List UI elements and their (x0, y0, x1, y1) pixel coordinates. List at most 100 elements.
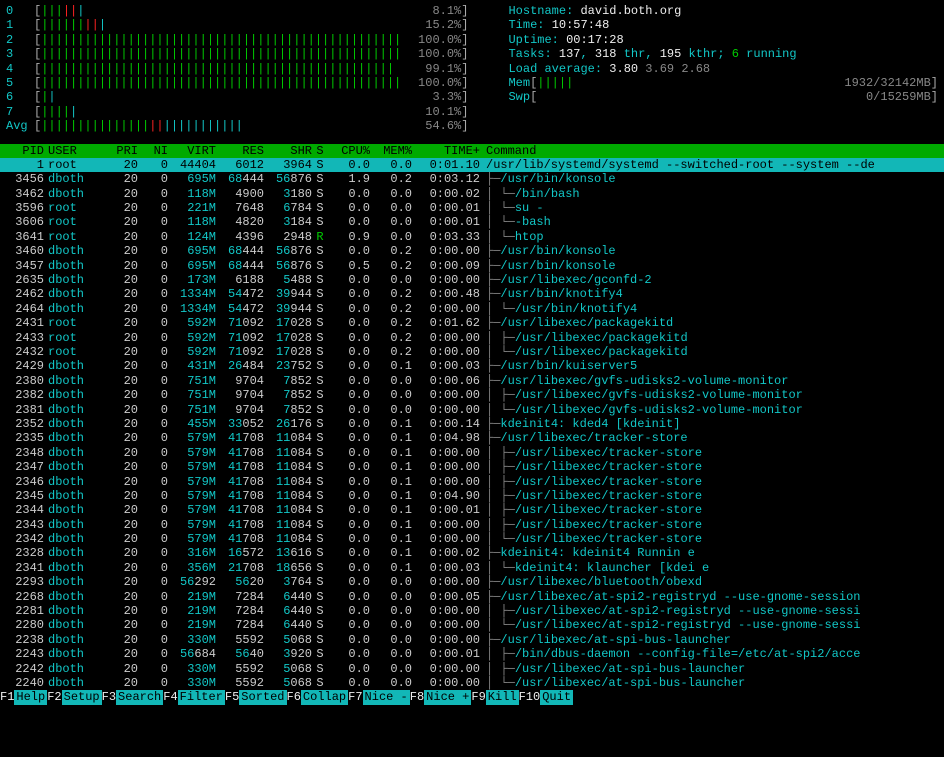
fn-label-F4[interactable]: Filter (178, 690, 225, 704)
cpu-meter-3: 3[||||||||||||||||||||||||||||||||||||||… (6, 47, 468, 61)
process-command: │ ├─ /usr/libexec/at-spi2-registryd --us… (480, 604, 942, 618)
process-row[interactable]: 2293dboth2005629256203764S0.00.00:00.00├… (0, 575, 944, 589)
process-command: │ └─ su - (480, 201, 942, 215)
process-row[interactable]: 2352dboth200455M3305226176S0.00.10:00.14… (0, 417, 944, 431)
fn-key-F2[interactable]: F2 (47, 690, 61, 704)
process-row[interactable]: 2380dboth200751M97047852S0.00.00:00.06├─… (0, 374, 944, 388)
fn-key-F3[interactable]: F3 (102, 690, 116, 704)
process-row[interactable]: 3641root200124M43962948R0.90.00:03.33│ └… (0, 230, 944, 244)
fn-label-F5[interactable]: Sorted (239, 690, 286, 704)
col-ni[interactable]: NI (138, 144, 168, 158)
process-command: │ ├─ /usr/libexec/tracker-store (480, 503, 942, 517)
process-row[interactable]: 3462dboth200118M49003180S0.00.00:00.02│ … (0, 187, 944, 201)
process-row[interactable]: 2281dboth200219M72846440S0.00.00:00.00│ … (0, 604, 944, 618)
process-row[interactable]: 2433root200592M7109217028S0.00.20:00.00│… (0, 331, 944, 345)
process-row[interactable]: 2268dboth200219M72846440S0.00.00:00.05├─… (0, 590, 944, 604)
cpu-meter-7: 7[|||||10.1%] (6, 105, 468, 119)
fn-key-F7[interactable]: F7 (348, 690, 362, 704)
fn-label-F6[interactable]: Collap (301, 690, 348, 704)
fn-label-F2[interactable]: Setup (62, 690, 102, 704)
process-row[interactable]: 2343dboth200579M4170811084S0.00.10:00.00… (0, 518, 944, 532)
process-row[interactable]: 3456dboth200695M6844456876S1.90.20:03.12… (0, 172, 944, 186)
fn-key-F8[interactable]: F8 (410, 690, 424, 704)
fn-key-F4[interactable]: F4 (163, 690, 177, 704)
cpu-meter-0: 0[||||||8.1%] (6, 4, 468, 18)
process-row[interactable]: 2432root200592M7109217028S0.00.20:00.00│… (0, 345, 944, 359)
fn-label-F7[interactable]: Nice - (363, 690, 410, 704)
process-row[interactable]: 2342dboth200579M4170811084S0.00.10:00.00… (0, 532, 944, 546)
fn-key-F10[interactable]: F10 (519, 690, 541, 704)
process-row[interactable]: 2347dboth200579M4170811084S0.00.10:00.00… (0, 460, 944, 474)
col-cpu[interactable]: CPU% (328, 144, 370, 158)
process-row[interactable]: 2635dboth200173M61885488S0.00.00:00.00├─… (0, 273, 944, 287)
process-list[interactable]: 1root2004440460123964S0.00.00:01.10/usr/… (0, 158, 944, 690)
cpu-pct: 100.0% (401, 33, 461, 47)
col-cmd[interactable]: Command (480, 144, 942, 158)
cpu-bar: ||||||||||||||||||||||||||||||||||||||||… (41, 62, 401, 76)
process-command: ├─ /usr/libexec/gconfd-2 (480, 273, 942, 287)
cpu-bar: || (41, 90, 401, 104)
process-row[interactable]: 2348dboth200579M4170811084S0.00.10:00.00… (0, 446, 944, 460)
fn-label-F10[interactable]: Quit (540, 690, 573, 704)
fn-key-F5[interactable]: F5 (225, 690, 239, 704)
process-row[interactable]: 2345dboth200579M4170811084S0.00.10:04.90… (0, 489, 944, 503)
col-s[interactable]: S (312, 144, 328, 158)
process-row[interactable]: 2242dboth200330M55925068S0.00.00:00.00│ … (0, 662, 944, 676)
fn-key-F1[interactable]: F1 (0, 690, 14, 704)
uptime-value: 00:17:28 (566, 33, 624, 47)
col-time[interactable]: TIME+ (412, 144, 480, 158)
cpu-pct: 100.0% (401, 47, 461, 61)
process-command: │ └─ /bin/bash (480, 187, 942, 201)
col-user[interactable]: USER (44, 144, 94, 158)
process-row[interactable]: 2238dboth200330M55925068S0.00.00:00.00├─… (0, 633, 944, 647)
process-row[interactable]: 3596root200221M76486784S0.00.00:00.01│ └… (0, 201, 944, 215)
process-command: │ └─ /usr/libexec/at-spi2-registryd --us… (480, 618, 942, 632)
process-row[interactable]: 2431root200592M7109217028S0.00.20:01.62├… (0, 316, 944, 330)
cpu-meter-2: 2[||||||||||||||||||||||||||||||||||||||… (6, 33, 468, 47)
process-row[interactable]: 2464dboth2001334M5447239944S0.00.20:00.0… (0, 302, 944, 316)
process-row[interactable]: 1root2004440460123964S0.00.00:01.10/usr/… (0, 158, 944, 172)
fn-label-F8[interactable]: Nice + (424, 690, 471, 704)
process-row[interactable]: 2280dboth200219M72846440S0.00.00:00.00│ … (0, 618, 944, 632)
cpu-pct: 54.6% (401, 119, 461, 133)
col-shr[interactable]: SHR (264, 144, 312, 158)
process-row[interactable]: 2335dboth200579M4170811084S0.00.10:04.98… (0, 431, 944, 445)
process-row[interactable]: 3606root200118M48203184S0.00.00:00.01│ └… (0, 215, 944, 229)
fn-label-F1[interactable]: Help (14, 690, 47, 704)
process-row[interactable]: 2240dboth200330M55925068S0.00.00:00.00│ … (0, 676, 944, 690)
process-command: │ └─ /usr/libexec/at-spi-bus-launcher (480, 676, 942, 690)
process-row[interactable]: 3460dboth200695M6844456876S0.00.20:00.00… (0, 244, 944, 258)
col-virt[interactable]: VIRT (168, 144, 216, 158)
fn-key-F9[interactable]: F9 (471, 690, 485, 704)
process-command: ├─ /usr/libexec/at-spi2-registryd --use-… (480, 590, 942, 604)
process-command: ├─ kdeinit4: kdeinit4 Runnin e (480, 546, 942, 560)
cpu-bar: ||||||||||||||||||||||||||||||||||||||||… (41, 47, 401, 61)
process-command: │ └─ /usr/libexec/packagekitd (480, 345, 942, 359)
process-command: ├─ kdeinit4: kded4 [kdeinit] (480, 417, 942, 431)
col-res[interactable]: RES (216, 144, 264, 158)
process-row[interactable]: 2328dboth200316M1657213616S0.00.10:00.02… (0, 546, 944, 560)
process-row[interactable]: 2344dboth200579M4170811084S0.00.10:00.01… (0, 503, 944, 517)
process-command: │ └─ /usr/libexec/tracker-store (480, 532, 942, 546)
process-row[interactable]: 2382dboth200751M97047852S0.00.00:00.00│ … (0, 388, 944, 402)
fn-label-F3[interactable]: Search (116, 690, 163, 704)
fn-key-F6[interactable]: F6 (287, 690, 301, 704)
process-row[interactable]: 2429dboth200431M2648423752S0.00.10:00.03… (0, 359, 944, 373)
process-row[interactable]: 3457dboth200695M6844456876S0.50.20:00.09… (0, 259, 944, 273)
process-header[interactable]: PID USER PRI NI VIRT RES SHR S CPU% MEM%… (0, 144, 944, 158)
process-row[interactable]: 2243dboth2005668456403920S0.00.00:00.01│… (0, 647, 944, 661)
fn-label-F9[interactable]: Kill (486, 690, 519, 704)
cpu-label: 5 (6, 76, 34, 90)
process-row[interactable]: 2462dboth2001334M5447239944S0.00.20:00.4… (0, 287, 944, 301)
col-pid[interactable]: PID (2, 144, 44, 158)
process-command: │ ├─ /usr/libexec/packagekitd (480, 331, 942, 345)
function-bar[interactable]: F1Help F2Setup F3SearchF4FilterF5SortedF… (0, 690, 944, 704)
cpu-bar: ||||||||| (41, 18, 401, 32)
process-row[interactable]: 2346dboth200579M4170811084S0.00.10:00.00… (0, 475, 944, 489)
process-row[interactable]: 2341dboth200356M2170818656S0.00.10:00.03… (0, 561, 944, 575)
process-command: ├─ /usr/libexec/at-spi-bus-launcher (480, 633, 942, 647)
col-mem[interactable]: MEM% (370, 144, 412, 158)
process-command: ├─ /usr/bin/konsole (480, 244, 942, 258)
col-pri[interactable]: PRI (94, 144, 138, 158)
process-row[interactable]: 2381dboth200751M97047852S0.00.00:00.00│ … (0, 403, 944, 417)
